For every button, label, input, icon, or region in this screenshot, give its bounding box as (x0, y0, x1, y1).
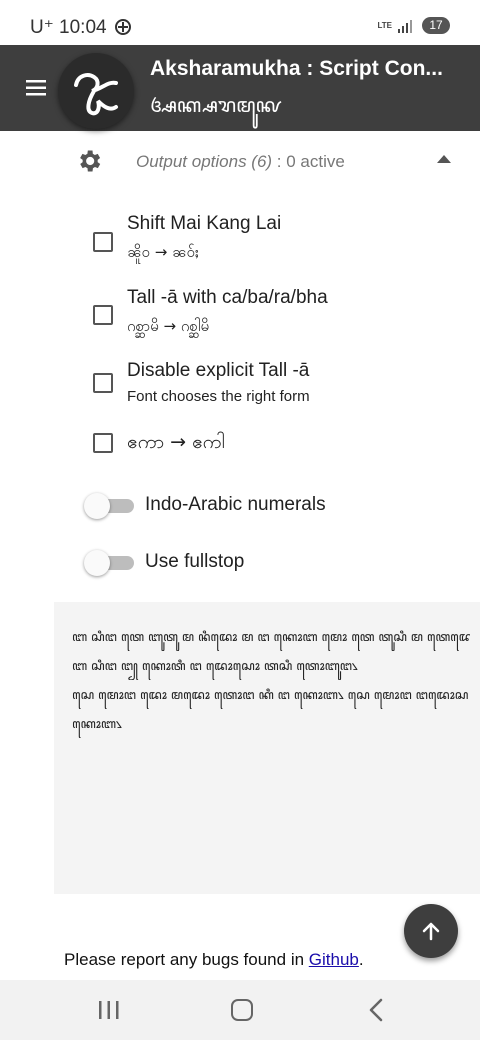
option-example: ၼိူဝ → ၼဝ်ႈ (127, 243, 199, 261)
app-subtitle: ꦄꦏ꧀ꦱꦫꦩꦸꦑ (150, 93, 282, 117)
signal-icon (398, 19, 412, 33)
output-line: ꦧ ꦱꦶꦔ ꦔ꧀ ꦏꦺꦴꦠꦶ ꦔ ꦢꦺꦴꦱꦺꦴ ꦠꦱꦶ ꦠꦺꦴꦧꦸꦔ꧈ (72, 658, 358, 673)
option-title: Shift Mai Kang Lai (127, 213, 282, 234)
recents-icon[interactable] (98, 1000, 120, 1020)
battery-icon: 17 (422, 17, 450, 34)
output-line: ꦱꦺ ꦩꦺꦴꦔ ꦢꦺꦴ ꦩꦢꦺꦴ ꦠꦺꦴꦔ ꦏꦶ ꦔ ꦏꦺꦴꦧ꧈ ꦱꦺ ꦩꦺꦴꦔ… (72, 687, 470, 702)
option-example: ဂစ္ဆာမိ → ဂစ္ဆါမိ (127, 317, 210, 335)
output-options-header[interactable]: Output options (6) : 0 active (0, 135, 480, 190)
system-nav-bar (0, 980, 480, 1040)
checkbox-tall-a[interactable] (93, 305, 113, 325)
checkbox-disable-tall-a[interactable] (93, 373, 113, 393)
output-text-area[interactable]: ꦧ ꦱꦶꦔ ꦠꦺ ꦧꦸꦠꦸ ꦩ ꦤꦶꦢꦺꦴ ꦩ ꦔ ꦏꦺꦴꦧ ꦩꦺꦴ ꦠꦺ ꦠꦸ… (54, 602, 480, 894)
status-bar: U⁺ 10:04 LTE 17 (0, 0, 480, 45)
toggle-label: Indo-Arabic numerals (145, 494, 326, 515)
toggle-thumb (84, 550, 110, 576)
status-time: U⁺ 10:04 (30, 16, 131, 39)
output-options-count: Output options (6) (136, 152, 273, 171)
app-logo[interactable] (58, 53, 134, 129)
checkbox-shift-mai-kang-lai[interactable] (93, 232, 113, 252)
clock: 10:04 (59, 17, 107, 38)
toggle-thumb (84, 493, 110, 519)
output-line: ꦧ ꦱꦶꦔ ꦠꦺ ꦧꦸꦠꦸ ꦩ ꦤꦶꦢꦺꦴ ꦩ ꦔ ꦏꦺꦴꦧ ꦩꦺꦴ ꦠꦺ ꦠꦸ… (72, 629, 470, 644)
network-type: LTE (377, 20, 392, 30)
data-saver-icon (114, 19, 131, 35)
github-link[interactable]: Github (309, 950, 359, 969)
home-icon[interactable] (231, 999, 253, 1021)
arrow-up-icon (422, 922, 440, 941)
toggle-label: Use fullstop (145, 551, 245, 572)
scroll-to-top-button[interactable] (404, 904, 458, 958)
gear-icon (80, 150, 101, 172)
app-bar: Aksharamukha : Script Con... ꦄꦏ꧀ꦱꦫꦩꦸꦑ (0, 45, 480, 131)
option-title: ဧကာ → ဧကါ (127, 431, 225, 453)
toggle-use-fullstop[interactable] (84, 548, 136, 578)
hamburger-menu-icon[interactable] (24, 77, 48, 99)
carrier-label: U⁺ (30, 17, 54, 38)
option-title: Tall -ā with ca/ba/ra/bha (127, 287, 328, 308)
checkbox-eka-form[interactable] (93, 433, 113, 453)
footer-text: Please report any bugs found in (64, 950, 309, 969)
back-icon[interactable] (368, 998, 384, 1022)
logo-glyph-icon (74, 73, 118, 116)
output-options-active: : 0 active (272, 152, 345, 171)
option-description: Font chooses the right form (127, 388, 310, 405)
output-options-label: Output options (6) : 0 active (136, 152, 345, 172)
toggle-indo-arabic-numerals[interactable] (84, 491, 136, 521)
output-line: ꦏꦺꦴꦧ꧈ (72, 716, 122, 731)
app-title: Aksharamukha : Script Con... (150, 57, 443, 80)
footer-bug-report: Please report any bugs found in Github. (64, 950, 364, 970)
collapse-caret-icon[interactable] (437, 155, 451, 163)
option-title: Disable explicit Tall -ā (127, 360, 310, 381)
footer-end: . (358, 950, 364, 969)
